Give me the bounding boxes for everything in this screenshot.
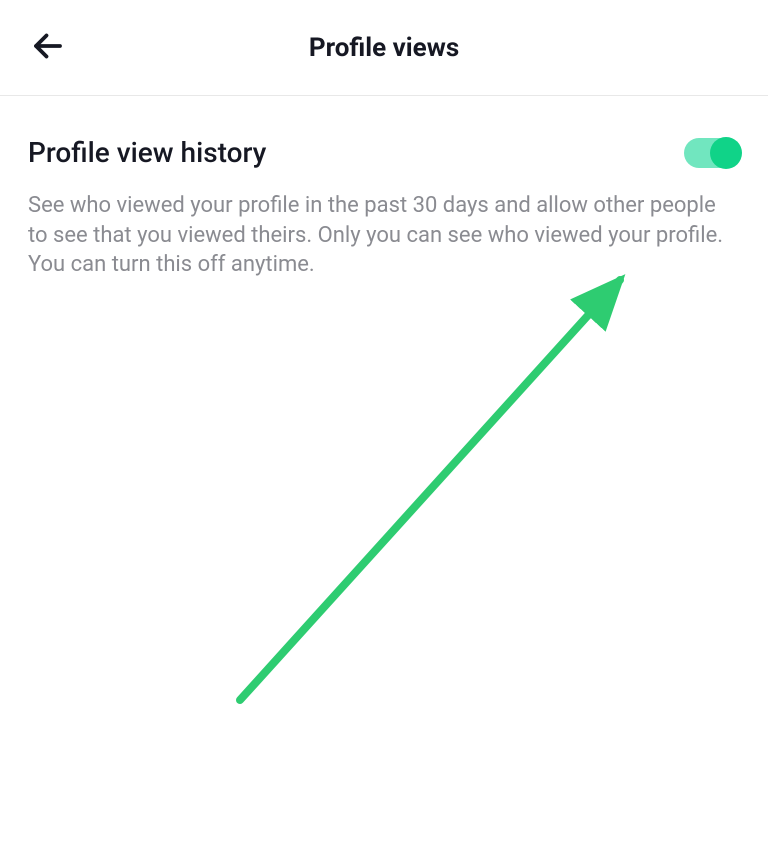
- settings-content: Profile view history See who viewed your…: [0, 96, 768, 280]
- setting-description: See who viewed your profile in the past …: [28, 191, 740, 280]
- annotation-arrow-icon: [230, 260, 650, 720]
- back-button[interactable]: [28, 28, 68, 68]
- profile-view-history-row: Profile view history: [28, 136, 740, 169]
- arrow-left-icon: [30, 28, 66, 67]
- page-header: Profile views: [0, 0, 768, 96]
- profile-view-history-toggle[interactable]: [684, 138, 740, 168]
- page-title: Profile views: [309, 33, 459, 63]
- toggle-knob: [710, 137, 742, 169]
- setting-title: Profile view history: [28, 136, 266, 169]
